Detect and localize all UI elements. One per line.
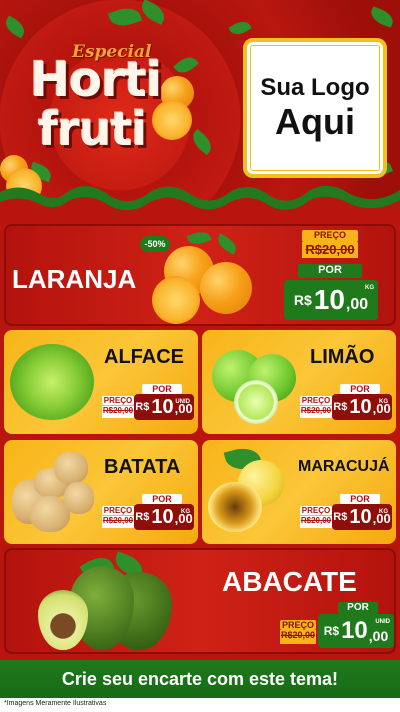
leaf-decoration [368, 6, 396, 28]
price-amount: 10 [313, 284, 345, 315]
footer-cta-text: Crie seu encarte com este tema! [61, 668, 339, 689]
leaf-decoration [228, 17, 252, 39]
lime-slice-image [234, 380, 278, 424]
price-amount: 10 [349, 395, 372, 418]
currency: R$ [135, 511, 150, 523]
logo-placeholder: Sua Logo Aqui [243, 38, 387, 178]
por-label: POR [340, 384, 380, 394]
preco-label: PREÇO [302, 230, 358, 242]
new-price: R$ 10 ,00 UNID [134, 394, 194, 420]
new-price: R$ 10 ,00 UNID [318, 614, 394, 648]
header-banner: Especial Horti fruti Sua Logo Aqui [0, 0, 400, 222]
old-price: R$20,00 [300, 406, 332, 418]
price-unit: KG [365, 285, 374, 291]
price-cents: ,00 [368, 628, 389, 644]
product-name: BATATA [104, 456, 181, 478]
title-fruti: fruti [38, 102, 147, 156]
logo-line-2: Aqui [275, 101, 355, 142]
product-name: LIMÃO [310, 346, 375, 368]
old-price: R$20,00 [300, 516, 332, 528]
logo-line-1: Sua Logo [260, 74, 370, 101]
new-price: R$ 10 ,00 KG [134, 504, 194, 530]
leaf-decoration [107, 3, 143, 31]
leaf-decoration [214, 233, 240, 255]
por-label: POR [142, 384, 182, 394]
preco-label: PREÇO [102, 396, 134, 405]
por-label: POR [340, 494, 380, 504]
price-unit: KG [181, 509, 190, 515]
product-name: ALFACE [104, 346, 184, 368]
product-card-laranja[interactable]: LARANJA PREÇO R$20,00 POR R$ 10 ,00 KG [4, 224, 396, 326]
preco-label: PREÇO [300, 396, 332, 405]
leaf-decoration [188, 128, 216, 156]
old-price: R$20,00 [102, 516, 134, 528]
lettuce-image [10, 344, 94, 420]
product-card-batata[interactable]: BATATA POR PREÇO R$20,00 R$ 10 ,00 KG [4, 440, 198, 544]
footer-cta-bar[interactable]: Crie seu encarte com este tema! [0, 660, 400, 698]
leaf-decoration [137, 0, 169, 25]
product-name: ABACATE [222, 566, 357, 597]
preco-label: PREÇO [300, 506, 332, 515]
old-price: R$20,00 [302, 242, 358, 258]
potato-image [54, 452, 88, 484]
green-drip-divider [0, 185, 400, 222]
price-amount: 10 [341, 617, 368, 644]
por-label: POR [298, 264, 362, 278]
old-price: R$20,00 [102, 406, 134, 418]
flyer-page: Especial Horti fruti Sua Logo Aqui LARAN… [0, 0, 400, 712]
preco-label: PREÇO [102, 506, 134, 515]
product-card-limao[interactable]: LIMÃO POR PREÇO R$20,00 R$ 10 ,00 KG [202, 330, 396, 434]
price-amount: 10 [349, 505, 372, 528]
price-amount: 10 [151, 395, 174, 418]
price-unit: KG [379, 509, 388, 515]
orange-slice-image [152, 276, 200, 324]
leaf-decoration [173, 52, 199, 78]
currency: R$ [293, 292, 312, 308]
currency: R$ [135, 401, 150, 413]
old-price: R$20,00 [280, 630, 316, 644]
orange-image [200, 262, 252, 314]
currency: R$ [333, 511, 348, 523]
price-unit: KG [379, 399, 388, 405]
currency: R$ [323, 624, 340, 638]
passion-fruit-half-image [208, 482, 262, 532]
price-unit: UNID [175, 399, 190, 405]
discount-badge: -50% [140, 236, 170, 252]
leaf-decoration [186, 228, 212, 248]
product-name: LARANJA [12, 264, 137, 294]
product-card-maracuja[interactable]: MARACUJÁ POR PREÇO R$20,00 R$ 10 ,00 KG [202, 440, 396, 544]
new-price: R$ 10 ,00 KG [284, 280, 378, 320]
product-card-alface[interactable]: ALFACE POR PREÇO R$20,00 R$ 10 ,00 UNID [4, 330, 198, 434]
price-amount: 10 [151, 505, 174, 528]
por-label: POR [142, 494, 182, 504]
price-cents: ,00 [345, 296, 369, 313]
potato-image [64, 482, 94, 514]
product-name: MARACUJÁ [298, 458, 390, 475]
preco-label: PREÇO [280, 620, 316, 630]
por-label: POR [338, 602, 378, 614]
product-card-abacate[interactable]: ABACATE PREÇO R$20,00 POR R$ 10 ,00 UNID [4, 548, 396, 654]
leaf-decoration [1, 15, 29, 39]
new-price: R$ 10 ,00 KG [332, 394, 392, 420]
new-price: R$ 10 ,00 KG [332, 504, 392, 530]
currency: R$ [333, 401, 348, 413]
price-unit: UNID [375, 619, 390, 625]
avocado-half-image [38, 590, 88, 650]
title-horti: Horti [30, 52, 162, 108]
disclaimer-text: *Imagens Meramente Ilustrativas [4, 700, 107, 707]
